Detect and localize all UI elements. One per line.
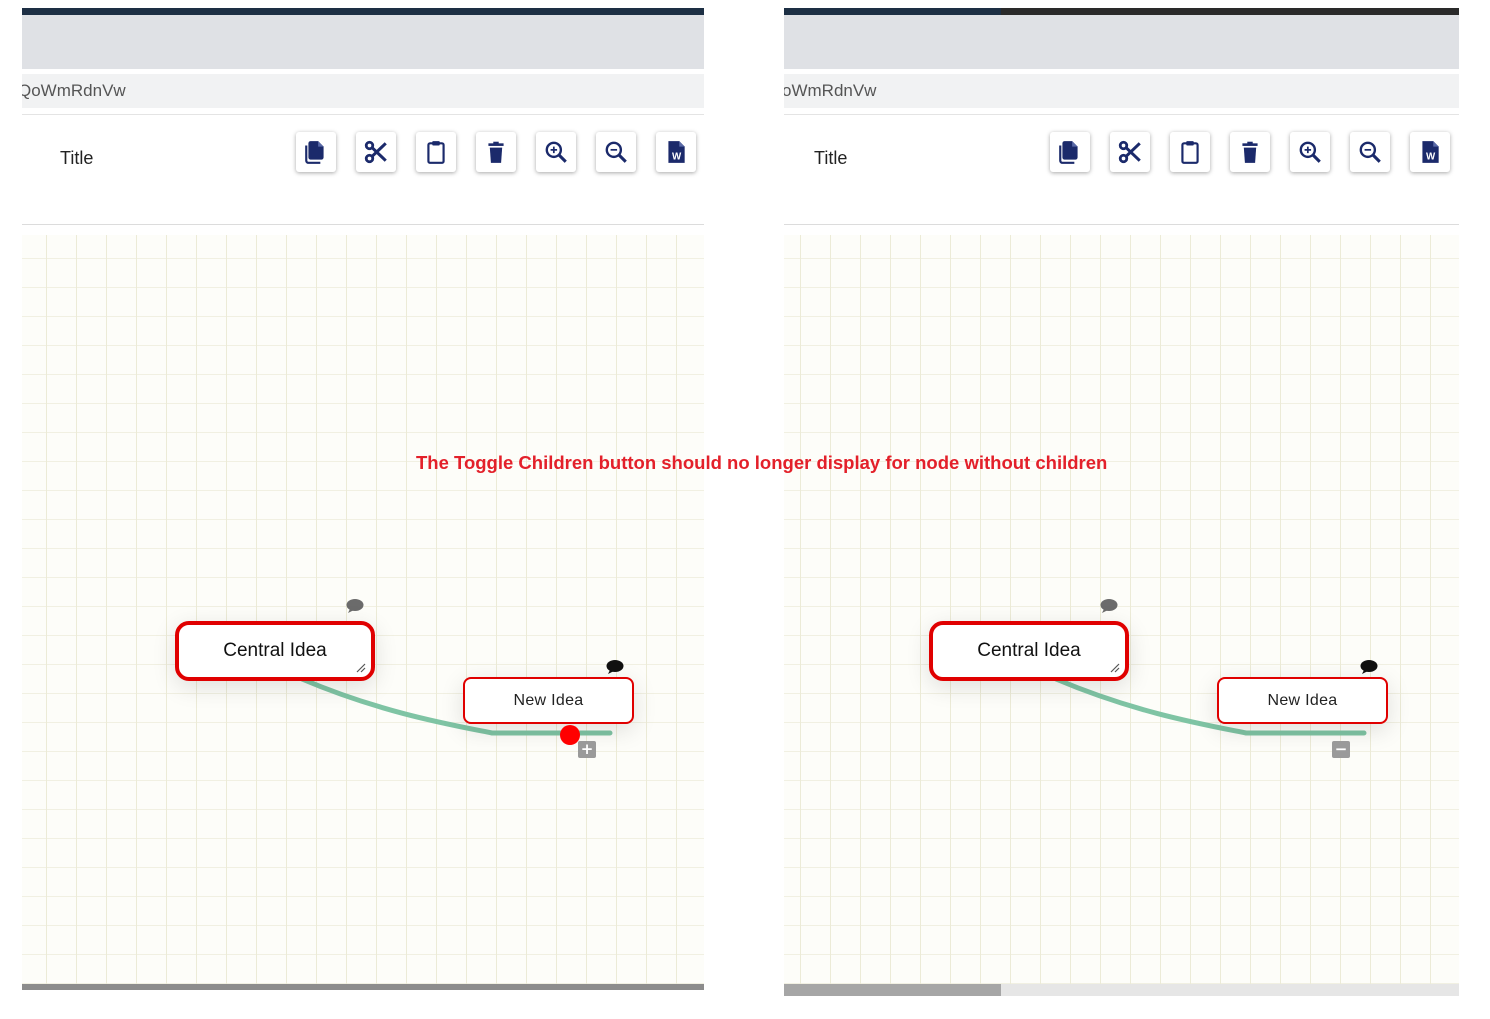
edge-layer xyxy=(1053,676,1367,736)
divider xyxy=(784,224,1459,225)
after-screenshot-panel: oWmRdnVw Title W Central Idea New Idea − xyxy=(784,0,1459,996)
browser-top-strip xyxy=(22,8,704,15)
paste-button[interactable] xyxy=(416,132,456,172)
resize-grip-icon[interactable] xyxy=(356,663,366,673)
node-label: Central Idea xyxy=(977,640,1081,661)
browser-toolbar xyxy=(22,15,704,69)
horizontal-scrollbar-thumb[interactable] xyxy=(784,984,1001,996)
scrollbar-track[interactable] xyxy=(1001,984,1459,996)
address-bar[interactable]: oWmRdnVw xyxy=(784,74,1459,108)
comment-icon[interactable] xyxy=(346,599,364,613)
zoom-out-icon xyxy=(1359,141,1381,163)
mindmap-canvas[interactable]: Central Idea New Idea + xyxy=(22,235,704,990)
node-label: New Idea xyxy=(1267,691,1338,709)
browser-toolbar xyxy=(784,15,1459,69)
divider xyxy=(22,114,704,115)
highlight-marker xyxy=(560,725,580,745)
mindmap-canvas[interactable]: Central Idea New Idea − xyxy=(784,235,1459,996)
copy-icon xyxy=(1059,141,1078,164)
central-idea-node[interactable]: Central Idea xyxy=(929,621,1129,681)
address-bar[interactable]: QoWmRdnVw xyxy=(22,74,704,108)
zoom-in-icon xyxy=(1299,141,1321,163)
copy-icon xyxy=(305,141,324,164)
map-title[interactable]: Title xyxy=(60,148,93,169)
paste-icon xyxy=(1181,141,1199,164)
plus-icon: + xyxy=(580,740,594,758)
node-label: Central Idea xyxy=(223,640,327,661)
delete-button[interactable] xyxy=(1230,132,1270,172)
word-export-icon: W xyxy=(1422,141,1439,163)
horizontal-scrollbar[interactable] xyxy=(22,984,704,990)
word-export-icon: W xyxy=(668,141,685,163)
cut-button[interactable] xyxy=(356,132,396,172)
zoom-in-button[interactable] xyxy=(1290,132,1330,172)
delete-icon xyxy=(488,141,504,163)
divider xyxy=(22,224,704,225)
before-screenshot-panel: QoWmRdnVw Title W Central Idea New Idea … xyxy=(22,0,704,990)
delete-icon xyxy=(1242,141,1258,163)
toggle-children-button[interactable]: − xyxy=(1332,741,1350,758)
copy-button[interactable] xyxy=(1050,132,1090,172)
map-title[interactable]: Title xyxy=(814,148,847,169)
divider xyxy=(784,114,1459,115)
browser-top-strip-dark xyxy=(1001,8,1459,15)
annotation-caption: The Toggle Children button should no lon… xyxy=(416,452,1108,473)
cut-icon xyxy=(364,140,387,164)
svg-text:W: W xyxy=(1426,152,1436,163)
copy-button[interactable] xyxy=(296,132,336,172)
new-idea-node[interactable]: New Idea xyxy=(1217,677,1388,724)
comment-icon[interactable] xyxy=(1360,660,1378,674)
central-idea-node[interactable]: Central Idea xyxy=(175,621,375,681)
svg-text:W: W xyxy=(672,152,682,163)
zoom-out-button[interactable] xyxy=(596,132,636,172)
paste-icon xyxy=(427,141,445,164)
zoom-in-button[interactable] xyxy=(536,132,576,172)
resize-grip-icon[interactable] xyxy=(1110,663,1120,673)
paste-button[interactable] xyxy=(1170,132,1210,172)
toggle-children-button[interactable]: + xyxy=(578,741,596,758)
zoom-out-icon xyxy=(605,141,627,163)
delete-button[interactable] xyxy=(476,132,516,172)
cut-icon xyxy=(1118,140,1141,164)
export-word-button[interactable]: W xyxy=(656,132,696,172)
comment-icon[interactable] xyxy=(1100,599,1118,613)
cut-button[interactable] xyxy=(1110,132,1150,172)
url-text: QoWmRdnVw xyxy=(22,81,126,100)
zoom-in-icon xyxy=(545,141,567,163)
url-text: oWmRdnVw xyxy=(784,81,877,100)
zoom-out-button[interactable] xyxy=(1350,132,1390,172)
export-word-button[interactable]: W xyxy=(1410,132,1450,172)
comment-icon[interactable] xyxy=(606,660,624,674)
minus-icon: − xyxy=(1334,740,1348,758)
new-idea-node[interactable]: New Idea xyxy=(463,677,634,724)
node-label: New Idea xyxy=(513,691,584,709)
